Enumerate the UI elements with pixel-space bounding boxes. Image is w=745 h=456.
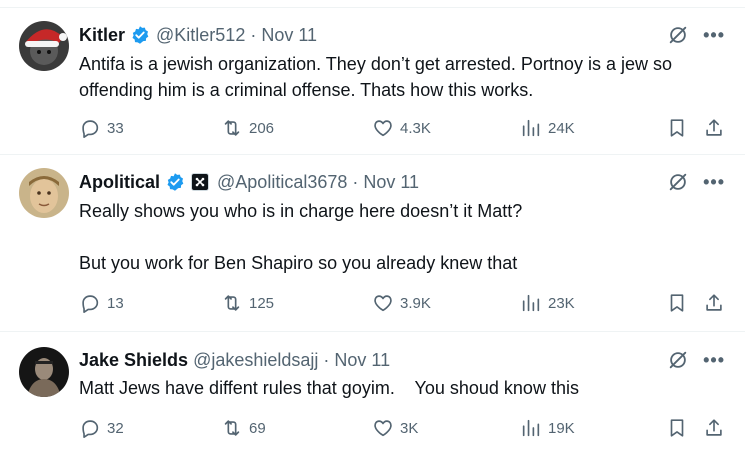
views-icon: [522, 119, 540, 137]
like-icon: [374, 295, 392, 312]
tweet-menu: •••: [667, 348, 725, 372]
tweet-jake-shields[interactable]: Jake Shields @jakeshieldsajj · Nov 11 ••…: [0, 333, 745, 456]
bookmark-icon: [670, 419, 684, 437]
avatar[interactable]: [19, 347, 69, 397]
display-name[interactable]: Kitler: [79, 25, 125, 46]
like-button[interactable]: 3.9K: [372, 292, 431, 314]
tweet-actions: 32 69 3K 19K: [79, 417, 727, 439]
tweet-menu: •••: [667, 23, 725, 47]
reply-icon: [82, 295, 99, 313]
tweet-header: Kitler @Kitler512 · Nov 11: [79, 23, 317, 47]
share-button[interactable]: [703, 117, 725, 139]
like-icon: [374, 420, 392, 437]
views-count: 24K: [548, 119, 575, 137]
views-button[interactable]: 23K: [520, 292, 575, 314]
bookmark-icon: [670, 119, 684, 137]
display-name[interactable]: Apolitical: [79, 172, 160, 193]
user-handle[interactable]: @jakeshieldsajj: [193, 350, 318, 371]
display-name[interactable]: Jake Shields: [79, 350, 188, 371]
like-count: 3K: [400, 419, 419, 437]
views-icon: [522, 294, 540, 312]
views-count: 23K: [548, 294, 575, 312]
reply-count: 13: [107, 294, 124, 312]
tweet-text: Antifa is a jewish organization. They do…: [79, 54, 677, 100]
share-icon: [706, 119, 722, 136]
bookmark-button[interactable]: [666, 417, 688, 439]
tweet-text: Matt Jews have diffent rules that goyim.…: [79, 378, 579, 398]
retweet-count: 125: [249, 294, 275, 312]
tweet-date[interactable]: Nov 11: [334, 350, 390, 371]
retweet-icon: [224, 420, 240, 436]
like-count: 3.9K: [400, 294, 431, 312]
grok-icon[interactable]: [667, 171, 689, 193]
more-icon[interactable]: •••: [703, 173, 725, 191]
reply-icon: [82, 420, 99, 438]
retweet-icon: [224, 295, 240, 311]
views-button[interactable]: 24K: [520, 117, 575, 139]
retweet-icon: [224, 120, 240, 136]
avatar[interactable]: [19, 21, 69, 71]
more-icon[interactable]: •••: [703, 351, 725, 369]
tweet-menu: •••: [667, 170, 725, 194]
separator-dot: ·: [323, 349, 330, 370]
reply-icon: [82, 120, 99, 138]
views-icon: [522, 419, 540, 437]
bookmark-icon: [670, 294, 684, 312]
user-handle[interactable]: @Kitler512: [156, 25, 245, 46]
like-button[interactable]: 4.3K: [372, 117, 431, 139]
affiliation-badge-icon[interactable]: [191, 173, 210, 191]
views-count: 19K: [548, 419, 575, 437]
verified-badge-icon: [130, 25, 150, 45]
reply-button[interactable]: 13: [79, 292, 124, 314]
share-button[interactable]: [703, 417, 725, 439]
separator-dot: ·: [250, 24, 257, 45]
avatar[interactable]: [19, 168, 69, 218]
grok-icon[interactable]: [667, 349, 689, 371]
bookmark-button[interactable]: [666, 117, 688, 139]
retweet-count: 206: [249, 119, 275, 137]
tweet-text: Really shows you who is in charge here d…: [79, 201, 523, 273]
reply-count: 33: [107, 119, 124, 137]
tweet-date[interactable]: Nov 11: [261, 25, 317, 46]
user-handle[interactable]: @Apolitical3678: [217, 172, 347, 193]
share-icon: [706, 419, 722, 436]
views-button[interactable]: 19K: [520, 417, 575, 439]
share-button[interactable]: [703, 292, 725, 314]
reply-count: 32: [107, 419, 124, 437]
like-count: 4.3K: [400, 119, 431, 137]
tweet-header: Jake Shields @jakeshieldsajj · Nov 11: [79, 348, 390, 372]
bookmark-button[interactable]: [666, 292, 688, 314]
tweet-actions: 13 125 3.9K 23K: [79, 292, 727, 314]
reply-button[interactable]: 32: [79, 417, 124, 439]
like-button[interactable]: 3K: [372, 417, 418, 439]
retweet-button[interactable]: 125: [221, 292, 274, 314]
separator-dot: ·: [352, 171, 359, 192]
retweet-button[interactable]: 206: [221, 117, 274, 139]
share-icon: [706, 294, 722, 311]
verified-badge-icon: [165, 172, 185, 192]
retweet-count: 69: [249, 419, 266, 437]
tweet-apolitical[interactable]: Apolitical @Apolitical3678 · Nov 11 ••• …: [0, 156, 745, 332]
reply-feed: Kitler @Kitler512 · Nov 11 ••• Antifa is…: [0, 0, 745, 456]
like-icon: [374, 120, 392, 137]
more-icon[interactable]: •••: [703, 26, 725, 44]
tweet-actions: 33 206 4.3K 24K: [79, 117, 727, 139]
tweet-kitler[interactable]: Kitler @Kitler512 · Nov 11 ••• Antifa is…: [0, 9, 745, 155]
tweet-header: Apolitical @Apolitical3678 · Nov 11: [79, 170, 419, 194]
retweet-button[interactable]: 69: [221, 417, 266, 439]
reply-button[interactable]: 33: [79, 117, 124, 139]
top-divider: [0, 0, 745, 8]
grok-icon[interactable]: [667, 24, 689, 46]
tweet-date[interactable]: Nov 11: [363, 172, 419, 193]
